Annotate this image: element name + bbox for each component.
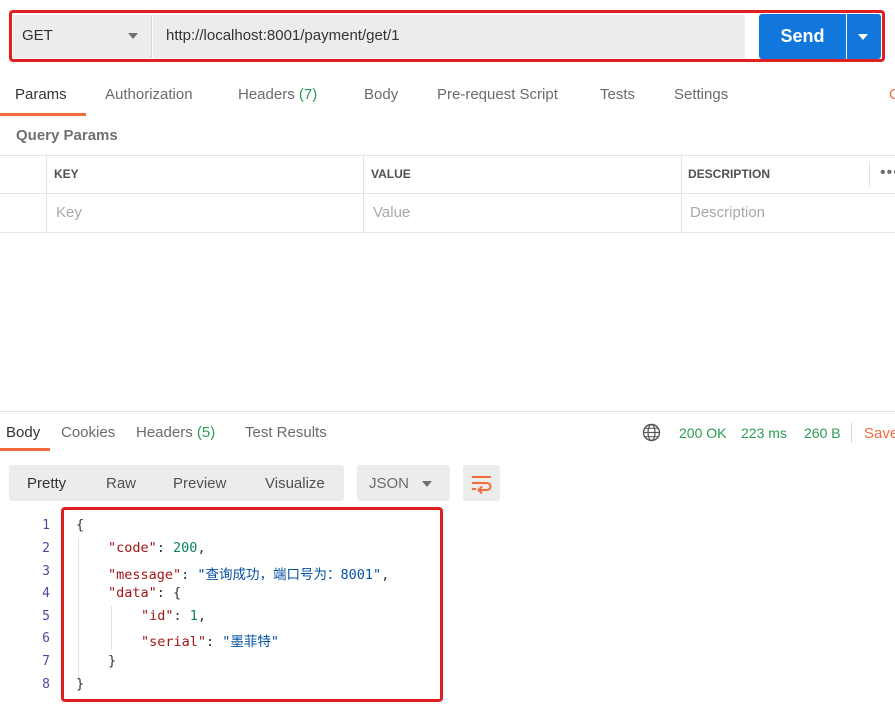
query-params-title: Query Params — [16, 127, 118, 144]
line-number: 4 — [42, 586, 50, 601]
view-mode-visualize[interactable]: Visualize — [265, 475, 325, 492]
active-tab-indicator — [0, 113, 86, 116]
line-number: 5 — [42, 609, 50, 624]
tabs-overflow-indicator[interactable]: C — [889, 86, 895, 103]
table-border-mid — [0, 193, 895, 194]
response-tab-body[interactable]: Body — [6, 424, 40, 441]
chevron-down-icon — [422, 481, 432, 487]
table-col-divider — [681, 155, 682, 233]
tab-settings[interactable]: Settings — [674, 86, 728, 103]
globe-icon[interactable] — [642, 423, 661, 446]
param-key-input[interactable]: Key — [56, 204, 82, 221]
tab-params[interactable]: Params — [15, 86, 67, 103]
view-mode-preview[interactable]: Preview — [173, 475, 226, 492]
response-tab-cookies[interactable]: Cookies — [61, 424, 115, 441]
response-time[interactable]: 223 ms — [741, 425, 787, 441]
table-border-bottom — [0, 232, 895, 233]
view-mode-raw[interactable]: Raw — [106, 475, 136, 492]
line-number: 7 — [42, 654, 50, 669]
table-border-top — [0, 155, 895, 156]
line-number: 8 — [42, 677, 50, 692]
table-col-divider — [363, 155, 364, 233]
response-tab-headers[interactable]: Headers (5) — [136, 424, 215, 441]
response-body-highlight — [61, 507, 443, 702]
response-status[interactable]: 200 OK — [679, 425, 726, 441]
save-response-button[interactable]: Save — [864, 425, 895, 442]
response-size[interactable]: 260 B — [804, 425, 841, 441]
column-header-description: DESCRIPTION — [688, 167, 771, 181]
tab-body[interactable]: Body — [364, 86, 398, 103]
tab-headers-count: (7) — [298, 86, 318, 103]
more-options-icon[interactable]: ••• — [880, 164, 895, 182]
column-header-value: VALUE — [371, 167, 411, 181]
table-col-divider — [869, 162, 870, 186]
response-tab-headers-count: (5) — [196, 424, 216, 441]
param-description-input[interactable]: Description — [690, 204, 765, 221]
line-number: 1 — [42, 518, 50, 533]
request-bar-highlight — [9, 10, 885, 62]
response-tab-test-results[interactable]: Test Results — [245, 424, 327, 441]
line-number: 2 — [42, 541, 50, 556]
response-divider[interactable] — [0, 411, 895, 412]
column-header-key: KEY — [54, 167, 79, 181]
tab-authorization[interactable]: Authorization — [105, 86, 193, 103]
table-col-divider — [46, 155, 47, 233]
tab-pre-request-script[interactable]: Pre-request Script — [437, 86, 558, 103]
line-number: 3 — [42, 564, 50, 579]
active-response-tab-indicator — [0, 448, 50, 451]
wrap-lines-icon — [470, 472, 493, 498]
response-tab-headers-label: Headers — [136, 424, 193, 441]
tab-headers-label: Headers — [238, 86, 295, 103]
status-separator — [851, 423, 852, 443]
param-value-input[interactable]: Value — [373, 204, 410, 221]
tab-headers[interactable]: Headers (7) — [238, 86, 317, 103]
view-mode-pretty[interactable]: Pretty — [27, 475, 66, 492]
line-number: 6 — [42, 631, 50, 646]
format-label: JSON — [369, 475, 410, 492]
tab-tests[interactable]: Tests — [600, 86, 635, 103]
